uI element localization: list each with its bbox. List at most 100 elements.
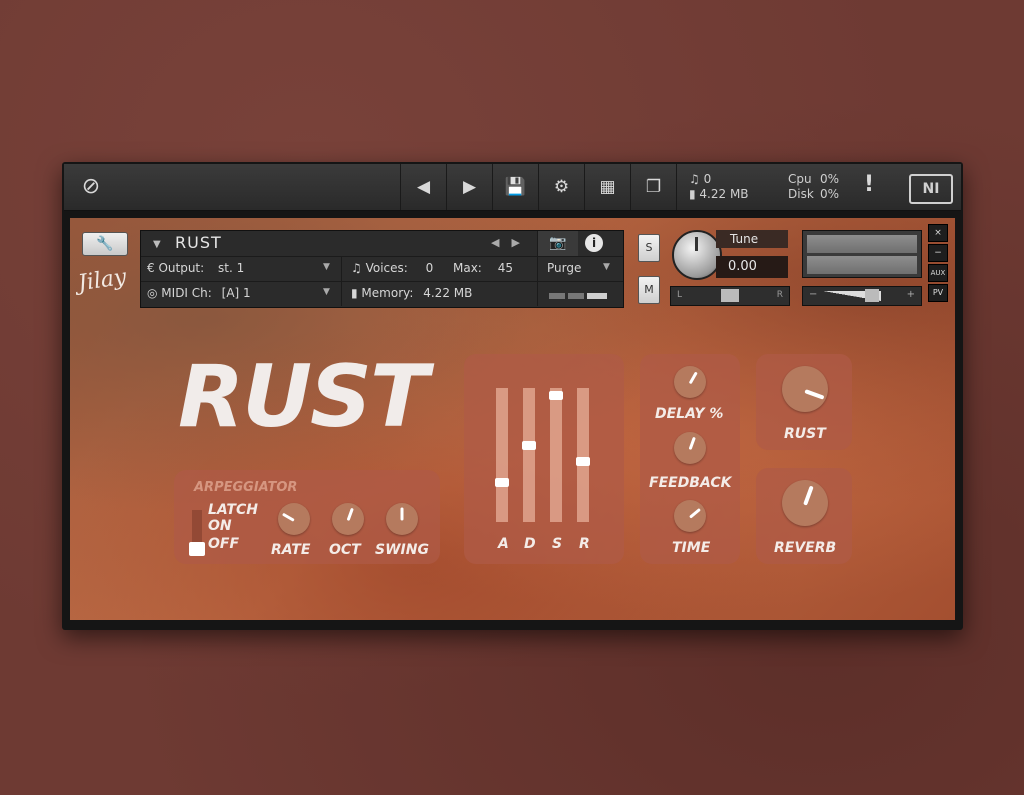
rate-label: RATE <box>271 542 311 558</box>
release-label: R <box>579 536 590 552</box>
wrench-button[interactable]: 🔧 <box>82 232 128 256</box>
slider-handle-r[interactable] <box>576 456 590 466</box>
swing-label: SWING <box>375 542 429 558</box>
reverb-knob[interactable] <box>782 480 828 526</box>
instrument-name[interactable]: RUST <box>175 233 222 252</box>
attack-label: A <box>498 536 509 552</box>
volume-slider[interactable]: − + <box>802 286 922 306</box>
arpeggiator-panel: ARPEGGIATOR LATCH ON OFF RATE OCT SWING <box>174 470 440 564</box>
voices-label: Voices: <box>365 261 408 275</box>
latch-off-label: OFF <box>208 536 240 552</box>
memory-value: 4.22 MB <box>423 286 473 300</box>
latch-label: LATCH <box>208 502 258 518</box>
toolbar: ⊘ ◀ ▶ 💾 ⚙ ▦ ❐ ♫ 0 ▮ 4.22 MB Cpu 0% Disk 0%… <box>64 164 961 211</box>
camera-icon: 📷 <box>549 235 567 251</box>
output-dropdown-icon[interactable]: ▼ <box>323 262 330 272</box>
slider-handle-s[interactable] <box>549 390 563 400</box>
midi-dropdown-icon[interactable]: ▼ <box>323 287 330 297</box>
latch-switch-handle[interactable] <box>189 542 205 556</box>
purge-button[interactable]: Purge <box>547 261 581 275</box>
resize-button[interactable]: ❐ <box>630 164 677 210</box>
delay-percent-knob[interactable] <box>674 366 706 398</box>
instrument-header: ▼ RUST ◀▶ 📷 i € Output: st. 1 ▼ ♫ Voices… <box>140 230 624 308</box>
reverb-panel: REVERB <box>756 468 852 564</box>
instrument-panel: 🔧 Jilay ▼ RUST ◀▶ 📷 i € Output: st. 1 ▼ … <box>70 218 955 620</box>
max-label: Max: <box>453 261 482 275</box>
tune-knob[interactable] <box>672 230 722 280</box>
layout-icon: ▦ <box>599 177 616 197</box>
prev-icon: ◀ <box>416 177 431 197</box>
pan-slider[interactable]: LR <box>670 286 790 306</box>
ni-logo[interactable]: NI <box>909 174 953 204</box>
save-button[interactable]: 💾 <box>492 164 538 210</box>
slider-track-a[interactable] <box>496 388 508 522</box>
memory-label: Memory: <box>361 286 414 300</box>
purge-dropdown-icon[interactable]: ▼ <box>603 262 610 272</box>
gear-icon: ⚙ <box>553 177 570 197</box>
settings-button[interactable]: ⚙ <box>538 164 584 210</box>
oct-label: OCT <box>329 542 361 558</box>
minimize-button[interactable]: − <box>928 244 948 262</box>
voice-memory-readout: ♫ 0 ▮ 4.22 MB <box>689 172 749 201</box>
feedback-knob[interactable] <box>674 432 706 464</box>
slider-handle-d[interactable] <box>522 440 536 450</box>
output-value[interactable]: st. 1 <box>218 261 244 275</box>
tune-label: Tune <box>716 230 788 248</box>
pv-button[interactable]: PV <box>928 284 948 302</box>
resize-icon: ❐ <box>645 177 662 197</box>
kontakt-window: ⊘ ◀ ▶ 💾 ⚙ ▦ ❐ ♫ 0 ▮ 4.22 MB Cpu 0% Disk 0%… <box>62 162 963 630</box>
cpu-disk-readout: Cpu 0% Disk 0% <box>788 172 839 202</box>
output-label: Output: <box>158 261 205 275</box>
max-voices-value[interactable]: 45 <box>498 261 513 275</box>
time-knob[interactable] <box>674 500 706 532</box>
latch-on-label: ON <box>208 518 232 534</box>
voices-count: 0 <box>703 172 712 186</box>
purge-indicator <box>549 288 610 302</box>
slider-track-r[interactable] <box>577 388 589 522</box>
rust-logo: RUST <box>178 347 429 447</box>
pan-right-label: R <box>776 290 783 300</box>
disk-label: Disk <box>788 187 814 201</box>
close-button[interactable]: × <box>928 224 948 242</box>
voices-value: 0 <box>425 261 434 275</box>
time-label: TIME <box>672 540 711 556</box>
oct-knob[interactable] <box>332 503 364 535</box>
rust-knob-label: RUST <box>784 426 826 442</box>
solo-button[interactable]: S <box>638 234 660 262</box>
mute-button[interactable]: M <box>638 276 660 304</box>
rust-knob[interactable] <box>782 366 828 412</box>
warning-indicator[interactable]: ! <box>864 172 874 197</box>
rust-knob-panel: RUST <box>756 354 852 450</box>
dropdown-icon[interactable]: ▼ <box>153 239 161 250</box>
midi-value[interactable]: [A] 1 <box>222 286 251 300</box>
swing-knob[interactable] <box>386 503 418 535</box>
feedback-label: FEEDBACK <box>649 475 732 491</box>
cpu-label: Cpu <box>788 172 812 186</box>
signature-logo: Jilay <box>76 264 128 297</box>
kontakt-logo-icon[interactable]: ⊘ <box>78 174 104 200</box>
arpeggiator-title: ARPEGGIATOR <box>194 480 298 495</box>
delay-percent-label: DELAY % <box>655 406 724 422</box>
save-icon: 💾 <box>504 177 527 197</box>
rate-knob[interactable] <box>278 503 310 535</box>
info-icon[interactable]: i <box>585 234 603 252</box>
header-title-row: ▼ RUST ◀▶ 📷 i <box>141 231 623 257</box>
slider-track-d[interactable] <box>523 388 535 522</box>
prev-button[interactable]: ◀ <box>400 164 446 210</box>
snapshot-button[interactable]: 📷 <box>537 231 578 256</box>
header-output-row: € Output: st. 1 ▼ ♫ Voices: 0 Max: 45 Pu… <box>141 256 623 282</box>
memory-usage: 4.22 MB <box>699 187 749 201</box>
wrench-icon: 🔧 <box>96 236 114 252</box>
cpu-value: 0% <box>820 172 840 186</box>
envelope-panel: A D S R <box>464 354 624 564</box>
slider-track-s[interactable] <box>550 388 562 522</box>
vol-plus: + <box>906 289 915 300</box>
level-meter <box>802 230 922 278</box>
slider-handle-a[interactable] <box>495 478 509 487</box>
layout-button[interactable]: ▦ <box>584 164 630 210</box>
tune-value[interactable]: 0.00 <box>716 256 788 278</box>
decay-label: D <box>524 536 536 552</box>
instrument-nav-arrows[interactable]: ◀▶ <box>491 236 532 249</box>
aux-button[interactable]: AUX <box>928 264 948 282</box>
next-button[interactable]: ▶ <box>446 164 492 210</box>
